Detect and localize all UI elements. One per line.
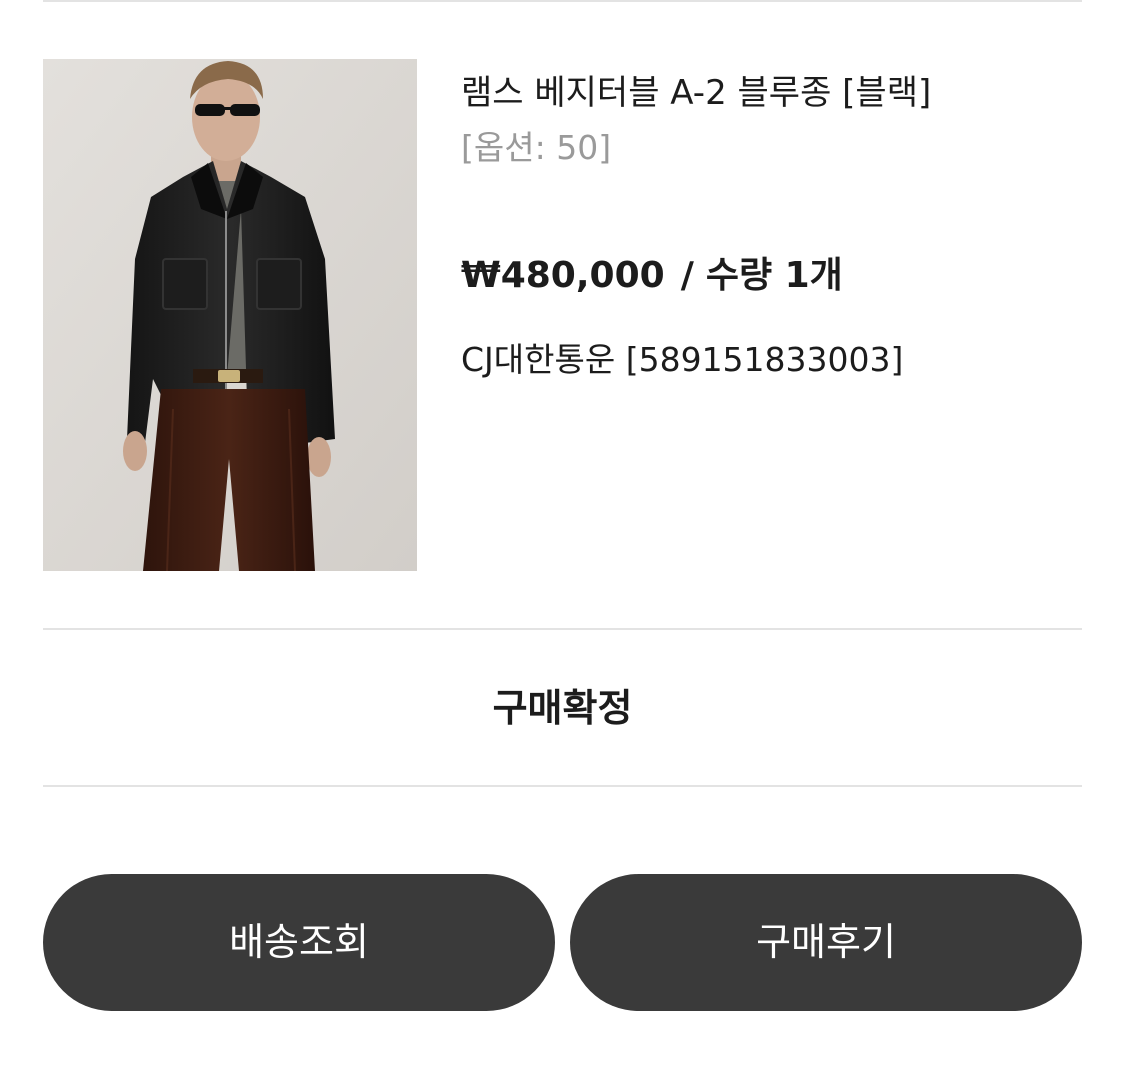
divider [43, 628, 1082, 630]
quantity: 수량 1개 [705, 255, 843, 296]
order-item: 램스 베지터블 A-2 블루종 [블랙] [옵션: 50] ₩480,000 / 수… [43, 59, 1082, 571]
product-image[interactable] [43, 59, 417, 571]
track-shipping-button[interactable]: 배송조회 [43, 874, 555, 1011]
carrier-tracking: CJ대한통운 [589151833003] [461, 340, 904, 379]
write-review-button[interactable]: 구매후기 [570, 874, 1082, 1011]
price-separator: / [680, 255, 694, 296]
product-name[interactable]: 램스 베지터블 A-2 블루종 [블랙] [461, 71, 931, 115]
product-option: [옵션: 50] [461, 128, 612, 167]
price-quantity-line: ₩480,000 / 수량 1개 [461, 253, 843, 299]
top-divider [43, 0, 1082, 2]
order-status: 구매확정 [492, 686, 633, 730]
order-detail-page: 램스 베지터블 A-2 블루종 [블랙] [옵션: 50] ₩480,000 / 수… [0, 0, 1125, 1070]
price: ₩480,000 [461, 255, 665, 296]
divider [43, 785, 1082, 787]
